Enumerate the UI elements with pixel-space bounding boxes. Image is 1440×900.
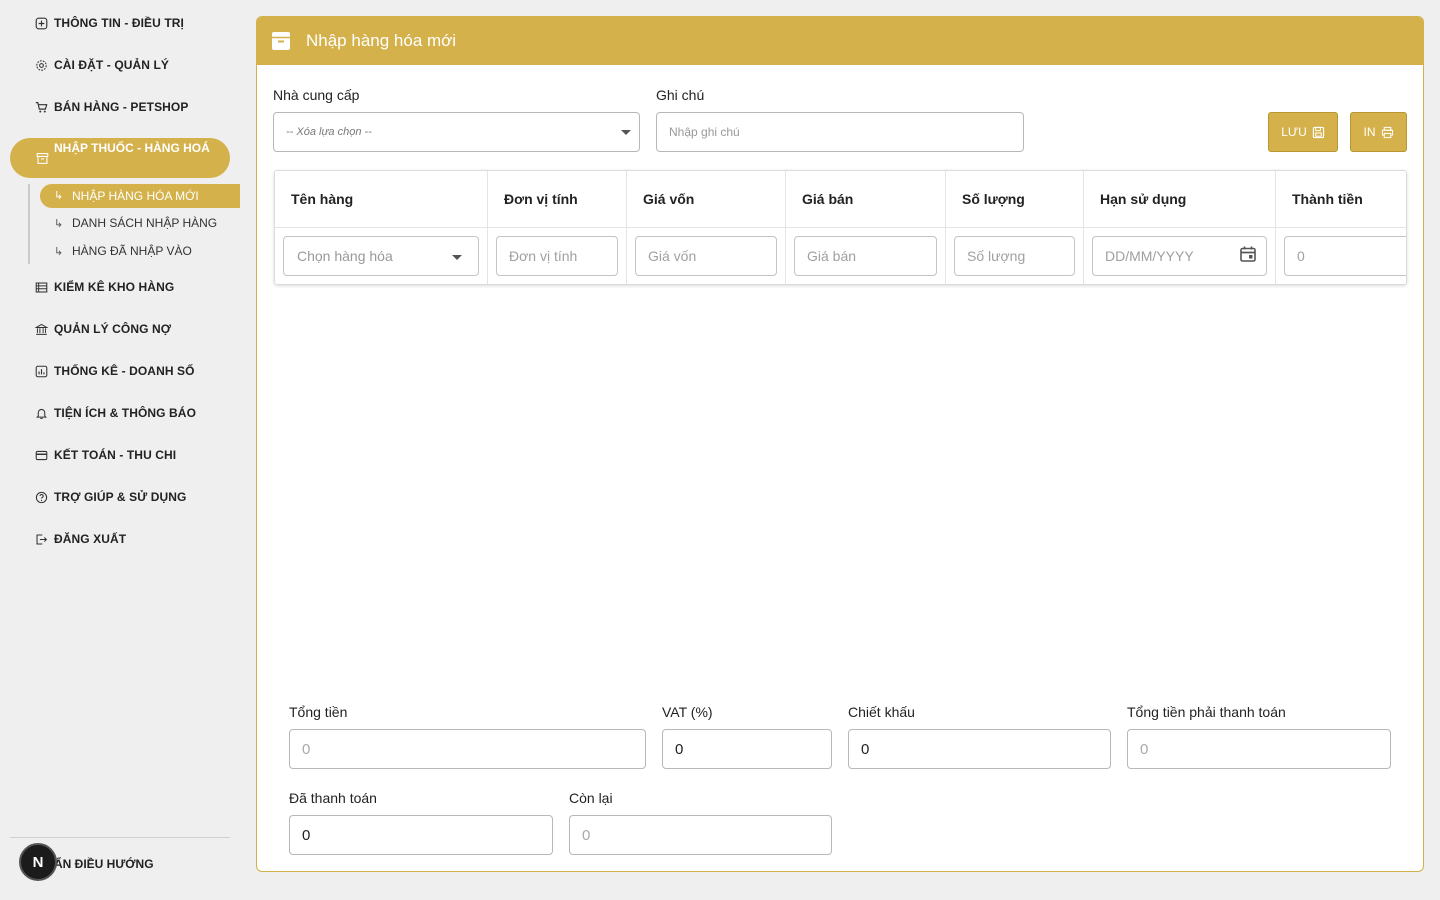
list-icon [34, 280, 48, 294]
sidebar-divider [10, 837, 230, 838]
table-header-unit: Đơn vị tính [488, 171, 627, 227]
chart-icon [34, 364, 48, 378]
nav-item-label: TRỢ GIÚP & SỬ DỤNG [54, 490, 187, 504]
nav-item-label: TIỆN ÍCH & THÔNG BÁO [54, 406, 196, 420]
chevron-down-icon [452, 255, 462, 260]
card-icon [34, 448, 48, 462]
note-input[interactable] [656, 112, 1024, 152]
help-icon [34, 490, 48, 504]
table-cell-quantity [946, 228, 1084, 284]
payable-input[interactable] [1127, 729, 1391, 769]
supplier-select[interactable]: -- Xóa lựa chọn -- [273, 112, 640, 152]
table-cell-total [1276, 228, 1406, 284]
nav-item-label: KIỂM KÊ KHO HÀNG [54, 280, 175, 294]
quantity-input[interactable] [954, 236, 1075, 276]
sub-item-imported-goods[interactable]: ↳ HÀNG ĐÃ NHẬP VÀO [54, 244, 192, 258]
bank-icon [34, 322, 48, 336]
nav-item-help[interactable]: TRỢ GIÚP & SỬ DỤNG [34, 490, 186, 504]
nav-item-label: THỐNG KÊ - DOANH SỐ [54, 364, 195, 378]
nav-item-treatment[interactable]: THÔNG TIN - ĐIỀU TRỊ [34, 16, 184, 30]
table-header-price: Giá bán [786, 171, 946, 227]
app-badge[interactable]: N [19, 843, 57, 881]
sub-item-label: DANH SÁCH NHẬP HÀNG [72, 216, 218, 230]
arrow-icon: ↳ [54, 245, 64, 258]
nav-item-accounting[interactable]: KẾT TOÁN - THU CHI [34, 448, 176, 462]
table-header-total: Thành tiền [1292, 191, 1363, 207]
sub-item-new-import[interactable]: ↳ NHẬP HÀNG HÓA MỚI [40, 184, 240, 208]
sidebar: THÔNG TIN - ĐIỀU TRỊ CÀI ĐẶT - QUẢN LÝ B… [0, 0, 240, 900]
price-input[interactable] [794, 236, 937, 276]
nav-item-sales[interactable]: BÁN HÀNG - PETSHOP [34, 100, 188, 114]
nav-item-import-active[interactable]: NHẬP THUỐC - HÀNG HOÁ [10, 138, 230, 178]
discount-input[interactable] [848, 729, 1111, 769]
nav-item-label: QUẢN LÝ CÔNG NỢ [54, 322, 172, 336]
collapse-nav-button[interactable]: ẨN ĐIỀU HƯỚNG [54, 857, 154, 871]
payable-label: Tổng tiền phải thanh toán [1127, 704, 1286, 720]
chevron-down-icon [621, 130, 631, 135]
total-input[interactable] [289, 729, 646, 769]
discount-label: Chiết khấu [848, 704, 915, 720]
table-cell-price [786, 228, 946, 284]
table-cell-expiry [1084, 228, 1276, 284]
sub-item-label: HÀNG ĐÃ NHẬP VÀO [72, 244, 192, 258]
supplier-label: Nhà cung cấp [273, 87, 360, 103]
save-icon [1312, 126, 1325, 139]
save-button[interactable]: LƯU [1268, 112, 1338, 152]
printer-icon [1381, 126, 1394, 139]
print-button[interactable]: IN [1350, 112, 1407, 152]
nav-item-label: THÔNG TIN - ĐIỀU TRỊ [54, 16, 184, 30]
paid-input[interactable] [289, 815, 553, 855]
logout-icon [34, 532, 48, 546]
archive-icon [35, 151, 49, 165]
gear-icon [34, 58, 48, 72]
table-header-cost: Giá vốn [627, 171, 786, 227]
sub-item-label: NHẬP HÀNG HÓA MỚI [72, 189, 199, 203]
page-title: Nhập hàng hóa mới [306, 31, 457, 50]
nav-item-label: NHẬP THUỐC - HÀNG HOÁ [54, 141, 210, 155]
nav-item-label: BÁN HÀNG - PETSHOP [54, 100, 189, 114]
cost-input[interactable] [635, 236, 777, 276]
unit-input[interactable] [496, 236, 618, 276]
arrow-icon: ↳ [54, 190, 64, 202]
nav-item-label: CÀI ĐẶT - QUẢN LÝ [54, 58, 170, 72]
vat-input[interactable] [662, 729, 832, 769]
nav-item-settings[interactable]: CÀI ĐẶT - QUẢN LÝ [34, 58, 169, 72]
product-select-placeholder: Chọn hàng hóa [297, 248, 393, 264]
product-select[interactable]: Chọn hàng hóa [283, 236, 479, 276]
panel-header: Nhập hàng hóa mới [257, 17, 1423, 65]
table-header-expiry: Hạn sử dụng [1084, 171, 1276, 227]
table-header-quantity: Số lượng [946, 171, 1084, 227]
nav-item-label: ĐĂNG XUẤT [54, 532, 127, 546]
vat-label: VAT (%) [662, 704, 713, 720]
nav-item-inventory[interactable]: KIỂM KÊ KHO HÀNG [34, 280, 174, 294]
nav-item-notifications[interactable]: TIỆN ÍCH & THÔNG BÁO [34, 406, 196, 420]
import-panel: Nhập hàng hóa mới Nhà cung cấp -- Xóa lự… [256, 16, 1424, 872]
submenu-line [28, 184, 30, 264]
table-cell-cost [627, 228, 786, 284]
table-cell-unit [488, 228, 627, 284]
remaining-input[interactable] [569, 815, 832, 855]
supplier-select-value: -- Xóa lựa chọn -- [286, 126, 372, 138]
cart-icon [34, 100, 48, 114]
save-button-label: LƯU [1281, 125, 1307, 139]
table-cell-name: Chọn hàng hóa [275, 228, 488, 284]
products-table: Tên hàng Đơn vị tính Giá vốn Giá bán Số … [274, 170, 1407, 285]
nav-item-debt[interactable]: QUẢN LÝ CÔNG NỢ [34, 322, 171, 336]
bell-icon [34, 406, 48, 420]
paid-label: Đã thanh toán [289, 790, 377, 806]
table-header-name: Tên hàng [275, 171, 488, 227]
calendar-icon[interactable] [1239, 245, 1257, 263]
nav-item-statistics[interactable]: THỐNG KÊ - DOANH SỐ [34, 364, 195, 378]
note-label: Ghi chú [656, 87, 705, 103]
nav-item-logout[interactable]: ĐĂNG XUẤT [34, 532, 126, 546]
total-label: Tổng tiền [289, 704, 348, 720]
arrow-icon: ↳ [54, 217, 64, 230]
archive-icon [271, 31, 291, 51]
medical-icon [34, 16, 48, 30]
print-button-label: IN [1363, 125, 1376, 139]
line-total-input[interactable] [1284, 236, 1406, 276]
sub-item-import-list[interactable]: ↳ DANH SÁCH NHẬP HÀNG [54, 216, 217, 230]
nav-item-label: KẾT TOÁN - THU CHI [54, 448, 177, 462]
remaining-label: Còn lại [569, 790, 613, 806]
